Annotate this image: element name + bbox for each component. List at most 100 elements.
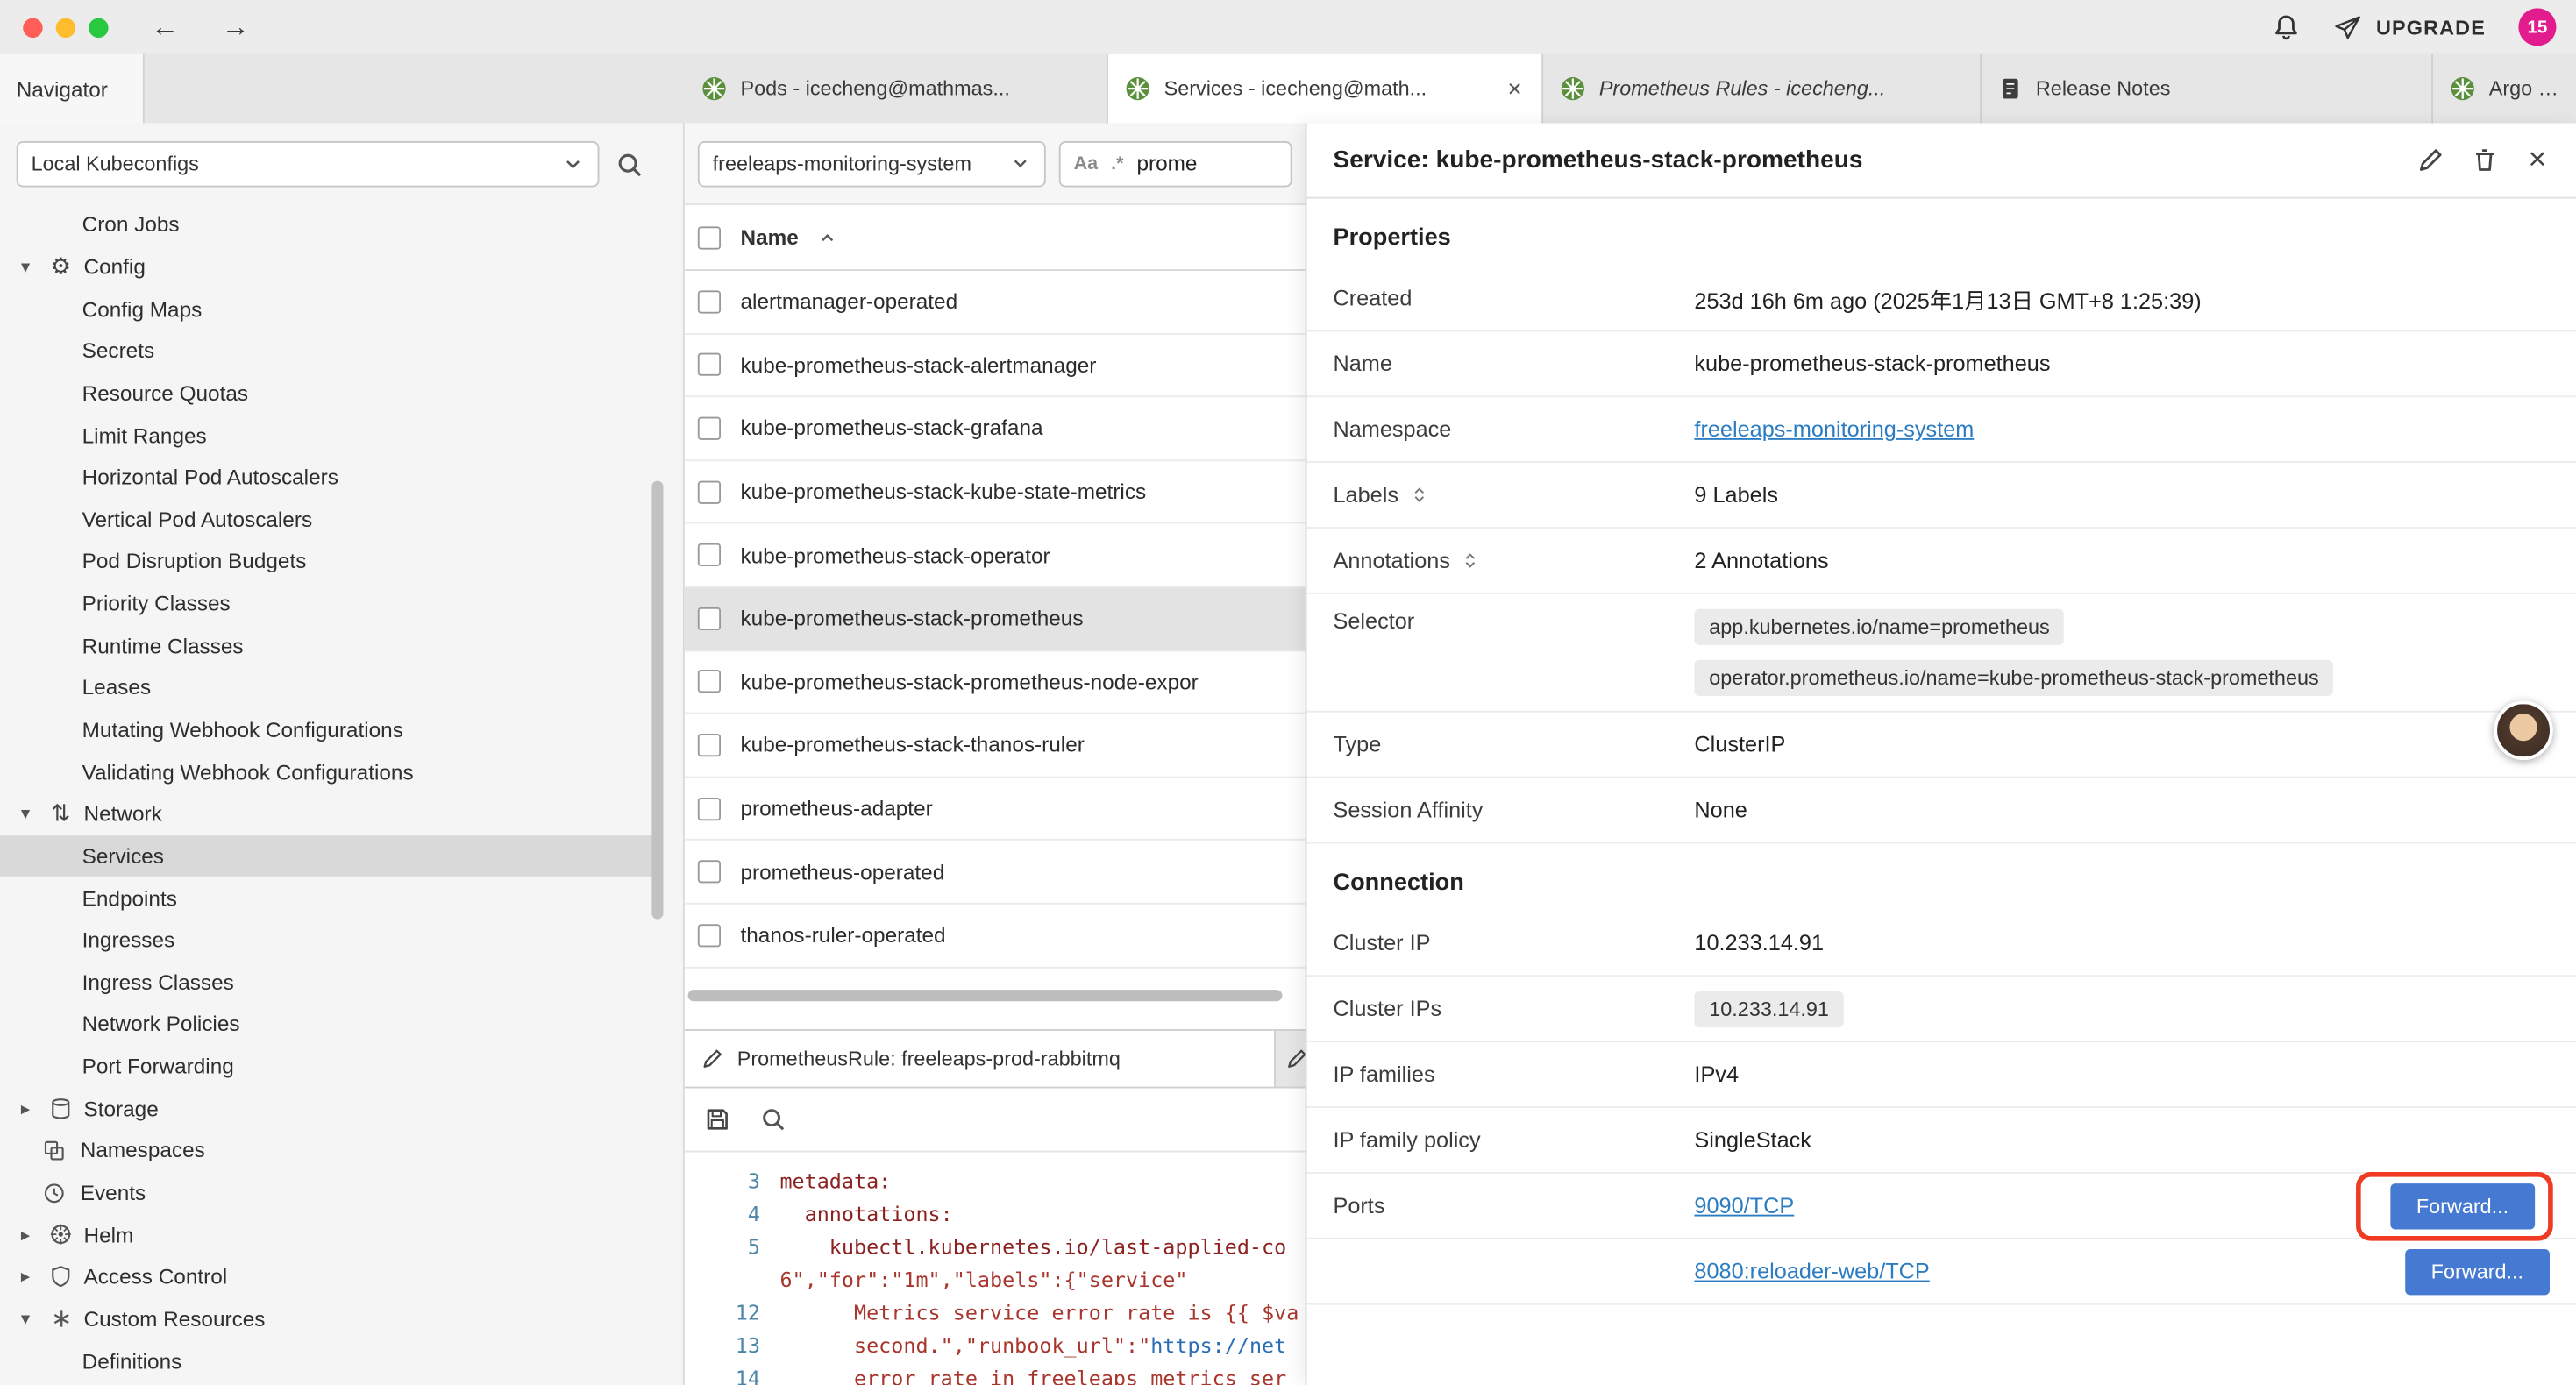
sidebar-group-helm[interactable]: ▸ Helm bbox=[0, 1213, 657, 1255]
row-checkbox[interactable] bbox=[698, 607, 721, 629]
sidebar-item-port-forwarding[interactable]: Port Forwarding bbox=[0, 1045, 657, 1087]
tab-label: Release Notes bbox=[2036, 77, 2171, 100]
window-close-button[interactable] bbox=[23, 18, 42, 37]
sidebar-group-storage[interactable]: ▸ Storage bbox=[0, 1087, 657, 1129]
sidebar-item-endpoints[interactable]: Endpoints bbox=[0, 877, 657, 919]
edit-pencil-icon[interactable] bbox=[2416, 146, 2444, 174]
notification-count-badge[interactable]: 15 bbox=[2518, 8, 2556, 46]
sidebar-group-network[interactable]: ▾ ⇅ Network bbox=[0, 792, 657, 835]
select-all-checkbox[interactable] bbox=[698, 225, 721, 248]
table-row[interactable]: kube-prometheus-stack-thanos-ruler bbox=[685, 714, 1306, 778]
namespace-filter-dropdown[interactable]: freeleaps-monitoring-system bbox=[698, 140, 1046, 186]
sidebar-item-events[interactable]: Events bbox=[0, 1171, 657, 1213]
floating-avatar[interactable] bbox=[2494, 701, 2552, 760]
forward-button[interactable]: → bbox=[222, 13, 250, 41]
table-row[interactable]: thanos-ruler-operated bbox=[685, 905, 1306, 968]
table-row[interactable]: kube-prometheus-stack-prometheus-node-ex… bbox=[685, 651, 1306, 714]
detail-row-labels: Labels 9 Labels bbox=[1307, 463, 2576, 529]
sidebar-item-resource-quotas[interactable]: Resource Quotas bbox=[0, 372, 657, 414]
sidebar-item-config-maps[interactable]: Config Maps bbox=[0, 288, 657, 330]
navigator-label: Navigator bbox=[17, 76, 108, 101]
sidebar-item-vertical-pod-autoscalers[interactable]: Vertical Pod Autoscalers bbox=[0, 498, 657, 540]
regex-toggle[interactable]: .* bbox=[1111, 153, 1123, 173]
sidebar-item-mutating-webhook-configurations[interactable]: Mutating Webhook Configurations bbox=[0, 708, 657, 750]
expand-toggle-icon[interactable] bbox=[1460, 550, 1481, 571]
sidebar-group-custom-resources[interactable]: ▾ Custom Resources bbox=[0, 1298, 657, 1340]
row-checkbox[interactable] bbox=[698, 353, 721, 376]
upgrade-label: UPGRADE bbox=[2376, 16, 2486, 39]
column-name-header[interactable]: Name bbox=[740, 225, 798, 250]
window-zoom-button[interactable] bbox=[89, 18, 108, 37]
editor-tab-partial[interactable] bbox=[1276, 1031, 1306, 1087]
sidebar-item-cron-jobs[interactable]: Cron Jobs bbox=[0, 203, 657, 245]
sidebar-item-runtime-classes[interactable]: Runtime Classes bbox=[0, 624, 657, 666]
service-details-drawer: Service: kube-prometheus-stack-prometheu… bbox=[1306, 123, 2576, 1385]
row-checkbox[interactable] bbox=[698, 924, 721, 947]
row-checkbox[interactable] bbox=[698, 290, 721, 313]
tab-argo[interactable]: Argo Se bbox=[2433, 54, 2576, 124]
sidebar-scrollbar[interactable] bbox=[651, 481, 663, 920]
tab-services[interactable]: Services - icecheng@math... × bbox=[1108, 54, 1543, 124]
kubeconfig-selector[interactable]: Local Kubeconfigs bbox=[17, 141, 600, 187]
sidebar-item-pod-disruption-budgets[interactable]: Pod Disruption Budgets bbox=[0, 540, 657, 582]
editor-tab-prometheusrule[interactable]: PrometheusRule: freeleaps-prod-rabbitmq bbox=[685, 1031, 1276, 1087]
sidebar-group-access-control[interactable]: ▸ Access Control bbox=[0, 1255, 657, 1297]
sidebar-item-services[interactable]: Services bbox=[0, 835, 657, 877]
table-row[interactable]: kube-prometheus-stack-grafana bbox=[685, 397, 1306, 460]
tab-pods[interactable]: Pods - icecheng@mathmas... bbox=[685, 54, 1108, 124]
horizontal-scrollbar[interactable] bbox=[688, 990, 1283, 1001]
sidebar-item-secrets[interactable]: Secrets bbox=[0, 330, 657, 372]
row-checkbox[interactable] bbox=[698, 734, 721, 756]
sidebar-item-leases[interactable]: Leases bbox=[0, 666, 657, 708]
sidebar-item-network-policies[interactable]: Network Policies bbox=[0, 1003, 657, 1045]
tab-release-notes[interactable]: Release Notes bbox=[1982, 54, 2433, 124]
yaml-editor[interactable]: 3metadata: 4 annotations: 5 kubectl.kube… bbox=[685, 1152, 1306, 1385]
sidebar-item-ingress-classes[interactable]: Ingress Classes bbox=[0, 961, 657, 1003]
sidebar-item-namespaces[interactable]: Namespaces bbox=[0, 1129, 657, 1171]
close-drawer-icon[interactable]: × bbox=[2525, 142, 2550, 178]
search-input[interactable]: Aa .* prome bbox=[1059, 140, 1292, 186]
sidebar-search-icon[interactable] bbox=[616, 150, 644, 178]
sidebar-item-definitions[interactable]: Definitions bbox=[0, 1340, 657, 1382]
sidebar-group-config[interactable]: ▾ ⚙ Config bbox=[0, 245, 657, 288]
row-checkbox[interactable] bbox=[698, 543, 721, 566]
editor-search-icon[interactable] bbox=[760, 1106, 786, 1133]
row-checkbox[interactable] bbox=[698, 671, 721, 693]
notifications-bell-icon[interactable] bbox=[2273, 13, 2301, 41]
chevron-right-icon: ▸ bbox=[13, 1266, 38, 1287]
close-tab-icon[interactable]: × bbox=[1505, 75, 1526, 103]
upgrade-button[interactable]: UPGRADE bbox=[2333, 14, 2486, 40]
save-icon[interactable] bbox=[704, 1106, 730, 1133]
row-checkbox[interactable] bbox=[698, 417, 721, 440]
sidebar-item-horizontal-pod-autoscalers[interactable]: Horizontal Pod Autoscalers bbox=[0, 456, 657, 498]
table-row[interactable]: kube-prometheus-stack-kube-state-metrics bbox=[685, 461, 1306, 524]
expand-toggle-icon[interactable] bbox=[1408, 484, 1429, 505]
table-row[interactable]: alertmanager-operated bbox=[685, 271, 1306, 334]
row-checkbox[interactable] bbox=[698, 480, 721, 503]
forward-button-9090[interactable]: Forward... bbox=[2390, 1183, 2535, 1228]
sidebar-item-validating-webhook-configurations[interactable]: Validating Webhook Configurations bbox=[0, 750, 657, 792]
network-icon: ⇅ bbox=[46, 799, 75, 827]
row-checkbox[interactable] bbox=[698, 797, 721, 820]
row-checkbox[interactable] bbox=[698, 860, 721, 883]
sidebar-item-limit-ranges[interactable]: Limit Ranges bbox=[0, 414, 657, 456]
navigator-tab[interactable]: Navigator bbox=[0, 54, 145, 124]
sort-ascending-icon[interactable] bbox=[818, 227, 837, 246]
back-button[interactable]: ← bbox=[151, 13, 179, 41]
sidebar-item-ingresses[interactable]: Ingresses bbox=[0, 919, 657, 961]
tab-prometheus-rules[interactable]: Prometheus Rules - icecheng... bbox=[1543, 54, 1982, 124]
namespace-link[interactable]: freeleaps-monitoring-system bbox=[1694, 417, 1974, 442]
chevron-down-icon: ▾ bbox=[13, 803, 38, 824]
port-link-9090[interactable]: 9090/TCP bbox=[1694, 1193, 1794, 1218]
port-link-8080[interactable]: 8080:reloader-web/TCP bbox=[1694, 1259, 1929, 1283]
match-case-toggle[interactable]: Aa bbox=[1074, 153, 1099, 173]
table-row[interactable]: prometheus-adapter bbox=[685, 778, 1306, 841]
table-row[interactable]: kube-prometheus-stack-alertmanager bbox=[685, 334, 1306, 397]
table-row[interactable]: prometheus-operated bbox=[685, 841, 1306, 904]
sidebar-item-priority-classes[interactable]: Priority Classes bbox=[0, 582, 657, 624]
table-row[interactable]: kube-prometheus-stack-operator bbox=[685, 524, 1306, 587]
forward-button-8080[interactable]: Forward... bbox=[2405, 1248, 2550, 1294]
trash-icon[interactable] bbox=[2471, 146, 2499, 174]
window-minimize-button[interactable] bbox=[56, 18, 75, 37]
table-row-selected[interactable]: kube-prometheus-stack-prometheus bbox=[685, 587, 1306, 650]
